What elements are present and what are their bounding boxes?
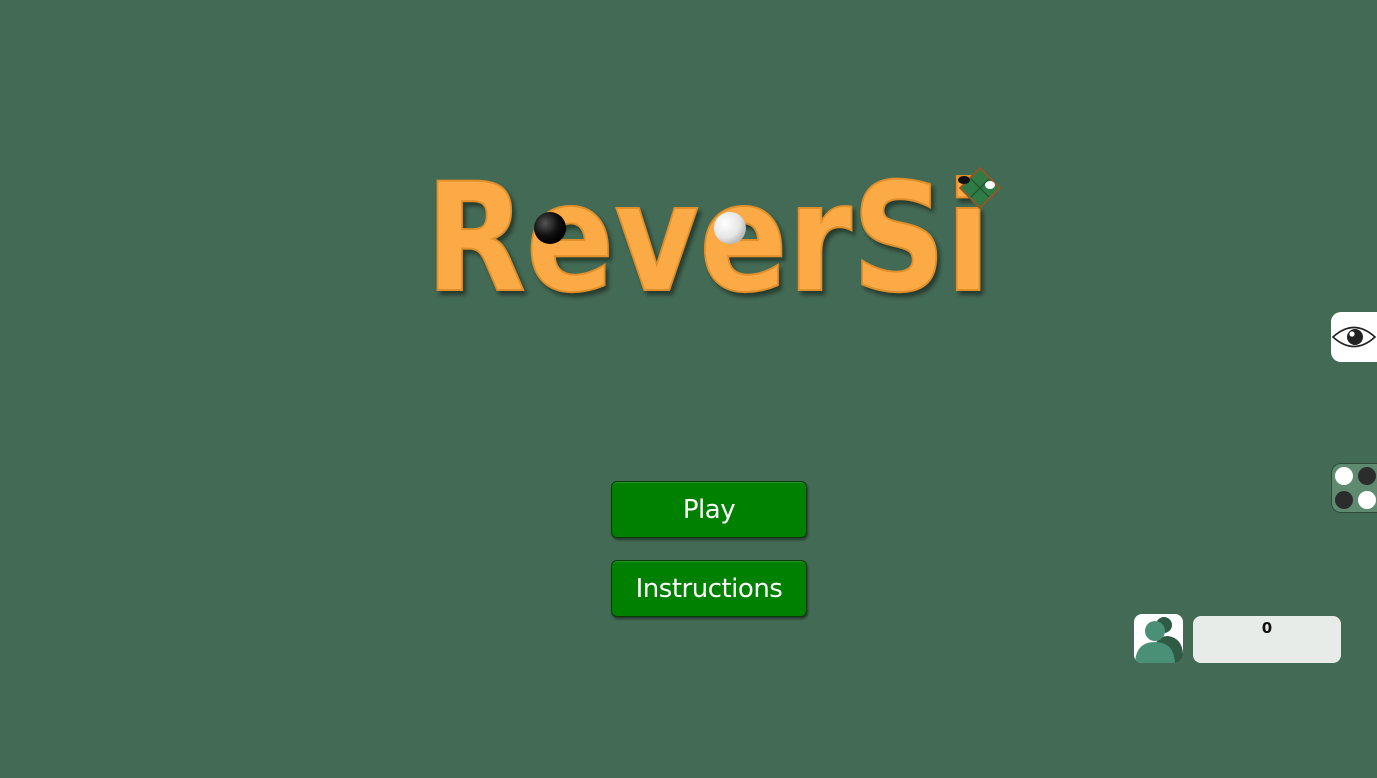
logo-white-disc bbox=[714, 212, 746, 244]
mini-white-disc-icon bbox=[1335, 467, 1353, 485]
game-stage: ReverSi Play Instructions 0 bbox=[0, 0, 1377, 778]
logo-board-white-disc bbox=[985, 181, 995, 189]
eye-icon bbox=[1331, 326, 1377, 348]
logo-black-disc bbox=[534, 212, 566, 244]
board-style-tab[interactable] bbox=[1331, 463, 1377, 513]
view-toggle-tab[interactable] bbox=[1331, 312, 1377, 362]
player-score: 0 bbox=[1193, 616, 1341, 663]
user-avatar-icon bbox=[1135, 617, 1183, 663]
play-button[interactable]: Play bbox=[611, 481, 807, 538]
instructions-button[interactable]: Instructions bbox=[611, 560, 807, 617]
logo-board-black-disc bbox=[958, 176, 970, 184]
mini-black-disc-icon bbox=[1335, 491, 1353, 509]
game-logo: ReverSi bbox=[425, 151, 1002, 310]
mini-white-disc-icon bbox=[1358, 491, 1376, 509]
player-avatar[interactable] bbox=[1134, 614, 1183, 663]
logo-text: ReverSi bbox=[426, 152, 991, 310]
mini-black-disc-icon bbox=[1358, 467, 1376, 485]
